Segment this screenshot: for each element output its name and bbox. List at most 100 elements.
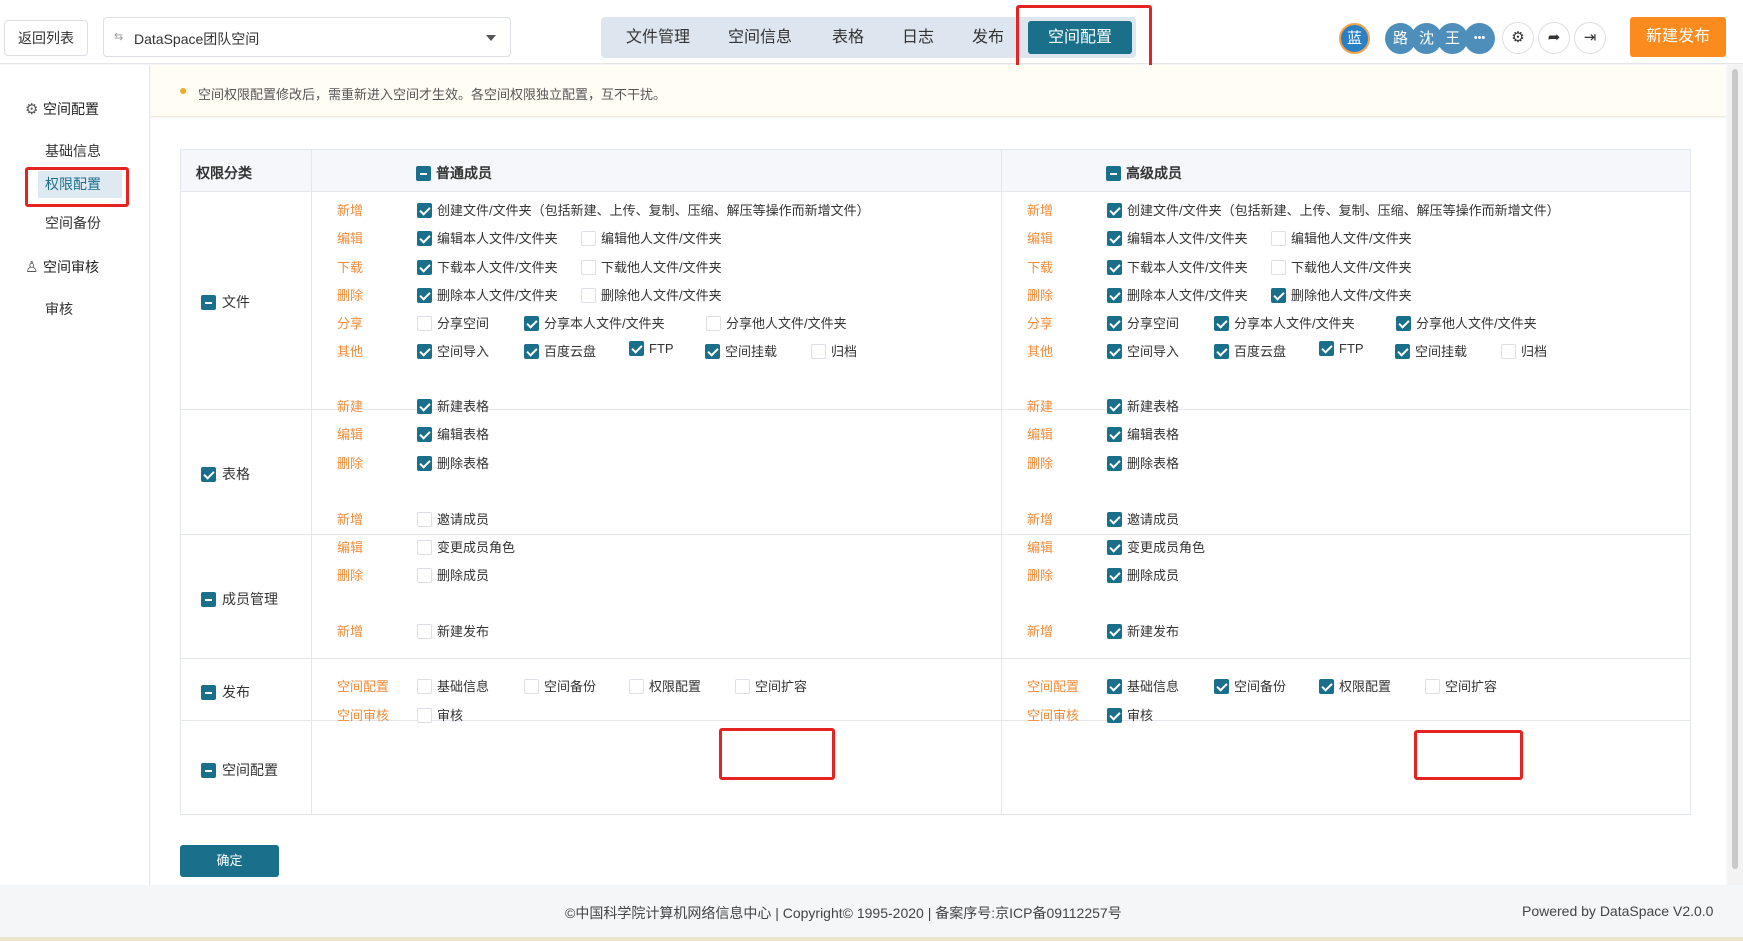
normal-option-mount[interactable]: 空间挂载 (705, 341, 777, 360)
new-publish-button[interactable]: 新建发布 (1630, 17, 1726, 57)
category-checkbox[interactable] (201, 685, 216, 700)
checkbox[interactable] (1501, 344, 1516, 359)
normal-option-audit[interactable]: 审核 (417, 705, 463, 724)
checkbox[interactable] (1107, 427, 1122, 442)
normal-option-ftp[interactable]: FTP (629, 341, 674, 356)
senior-option-edit-other[interactable]: 编辑他人文件/文件夹 (1271, 228, 1412, 247)
avatar-lan[interactable]: 蓝 (1339, 23, 1370, 54)
senior-option-del-table[interactable]: 删除表格 (1107, 453, 1179, 472)
tab-table[interactable]: 表格 (823, 17, 873, 58)
sidebar-item-basic-info[interactable]: 基础信息 (45, 141, 101, 161)
tab-space-info[interactable]: 空间信息 (717, 17, 803, 58)
checkbox[interactable] (1319, 341, 1334, 356)
checkbox[interactable] (417, 399, 432, 414)
normal-option-dl-other[interactable]: 下载他人文件/文件夹 (581, 257, 722, 276)
checkbox[interactable] (1107, 344, 1122, 359)
senior-option-invite[interactable]: 邀请成员 (1107, 509, 1179, 528)
normal-option-share-own[interactable]: 分享本人文件/文件夹 (524, 313, 665, 332)
checkbox[interactable] (524, 679, 539, 694)
checkbox[interactable] (581, 288, 596, 303)
category-publish[interactable]: 发布 (201, 682, 250, 702)
normal-option-archive[interactable]: 归档 (811, 341, 857, 360)
senior-option-edit-own[interactable]: 编辑本人文件/文件夹 (1107, 228, 1248, 247)
checkbox[interactable] (1107, 399, 1122, 414)
checkbox[interactable] (1107, 512, 1122, 527)
senior-option-backup[interactable]: 空间备份 (1214, 676, 1286, 695)
share-icon[interactable]: ➦ (1538, 22, 1570, 54)
checkbox[interactable] (629, 341, 644, 356)
senior-option-archive[interactable]: 归档 (1501, 341, 1547, 360)
checkbox[interactable] (1271, 231, 1286, 246)
senior-option-dl-other[interactable]: 下载他人文件/文件夹 (1271, 257, 1412, 276)
header-senior-member[interactable]: 高级成员 (1106, 163, 1182, 183)
normal-option-share-space[interactable]: 分享空间 (417, 313, 489, 332)
normal-member-checkbox[interactable] (416, 166, 431, 181)
sidebar-group-space-audit[interactable]: ♙ 空间审核 (25, 257, 99, 277)
checkbox[interactable] (417, 568, 432, 583)
exit-icon[interactable]: ⇥ (1574, 22, 1606, 54)
checkbox[interactable] (417, 231, 432, 246)
category-checkbox[interactable] (201, 763, 216, 778)
checkbox[interactable] (629, 679, 644, 694)
normal-option-change-role[interactable]: 变更成员角色 (417, 537, 515, 556)
senior-option-dl-own[interactable]: 下载本人文件/文件夹 (1107, 257, 1248, 276)
normal-option-edit-table[interactable]: 编辑表格 (417, 424, 489, 443)
senior-option-del-other[interactable]: 删除他人文件/文件夹 (1271, 285, 1412, 304)
normal-option-basic-info[interactable]: 基础信息 (417, 676, 489, 695)
senior-option-share-other[interactable]: 分享他人文件/文件夹 (1396, 313, 1537, 332)
normal-option-share-other[interactable]: 分享他人文件/文件夹 (706, 313, 847, 332)
senior-option-new-publish[interactable]: 新建发布 (1107, 621, 1179, 640)
checkbox[interactable] (706, 316, 721, 331)
checkbox[interactable] (417, 316, 432, 331)
normal-option-del-member[interactable]: 删除成员 (417, 565, 489, 584)
checkbox[interactable] (417, 456, 432, 471)
checkbox[interactable] (417, 708, 432, 723)
checkbox[interactable] (417, 427, 432, 442)
normal-option-del-other[interactable]: 删除他人文件/文件夹 (581, 285, 722, 304)
space-select[interactable]: ⇆ DataSpace团队空间 (103, 17, 511, 57)
senior-option-new-table[interactable]: 新建表格 (1107, 396, 1179, 415)
tab-space-config[interactable]: 空间配置 (1028, 21, 1132, 54)
category-checkbox[interactable] (201, 592, 216, 607)
normal-option-perm-config[interactable]: 权限配置 (629, 676, 701, 695)
checkbox[interactable] (524, 316, 539, 331)
normal-option-invite[interactable]: 邀请成员 (417, 509, 489, 528)
checkbox[interactable] (1107, 456, 1122, 471)
checkbox[interactable] (1107, 316, 1122, 331)
senior-option-share-own[interactable]: 分享本人文件/文件夹 (1214, 313, 1355, 332)
sidebar-item-space-backup[interactable]: 空间备份 (45, 213, 101, 233)
senior-option-del-own[interactable]: 删除本人文件/文件夹 (1107, 285, 1248, 304)
normal-option-dl-own[interactable]: 下载本人文件/文件夹 (417, 257, 558, 276)
checkbox[interactable] (417, 288, 432, 303)
checkbox[interactable] (1107, 568, 1122, 583)
normal-option-del-own[interactable]: 删除本人文件/文件夹 (417, 285, 558, 304)
senior-option-audit[interactable]: 审核 (1107, 705, 1153, 724)
gear-icon[interactable]: ⚙ (1502, 22, 1534, 54)
category-checkbox[interactable] (201, 467, 216, 482)
checkbox[interactable] (735, 679, 750, 694)
category-checkbox[interactable] (201, 295, 216, 310)
senior-option-change-role[interactable]: 变更成员角色 (1107, 537, 1205, 556)
checkbox[interactable] (1319, 679, 1334, 694)
checkbox[interactable] (1107, 260, 1122, 275)
checkbox[interactable] (581, 260, 596, 275)
checkbox[interactable] (1107, 288, 1122, 303)
normal-option-import[interactable]: 空间导入 (417, 341, 489, 360)
normal-option-edit-own[interactable]: 编辑本人文件/文件夹 (417, 228, 558, 247)
scrollbar-thumb[interactable] (1732, 69, 1738, 869)
senior-option-share-space[interactable]: 分享空间 (1107, 313, 1179, 332)
sidebar-item-audit[interactable]: 审核 (45, 299, 73, 319)
checkbox[interactable] (1214, 679, 1229, 694)
checkbox[interactable] (417, 344, 432, 359)
normal-option-backup[interactable]: 空间备份 (524, 676, 596, 695)
header-normal-member[interactable]: 普通成员 (416, 163, 492, 183)
checkbox[interactable] (417, 512, 432, 527)
checkbox[interactable] (1107, 624, 1122, 639)
checkbox[interactable] (417, 203, 432, 218)
checkbox[interactable] (1396, 316, 1411, 331)
checkbox[interactable] (417, 624, 432, 639)
tab-log[interactable]: 日志 (893, 17, 943, 58)
checkbox[interactable] (1425, 679, 1440, 694)
normal-option-new-table[interactable]: 新建表格 (417, 396, 489, 415)
normal-option-baidu[interactable]: 百度云盘 (524, 341, 596, 360)
